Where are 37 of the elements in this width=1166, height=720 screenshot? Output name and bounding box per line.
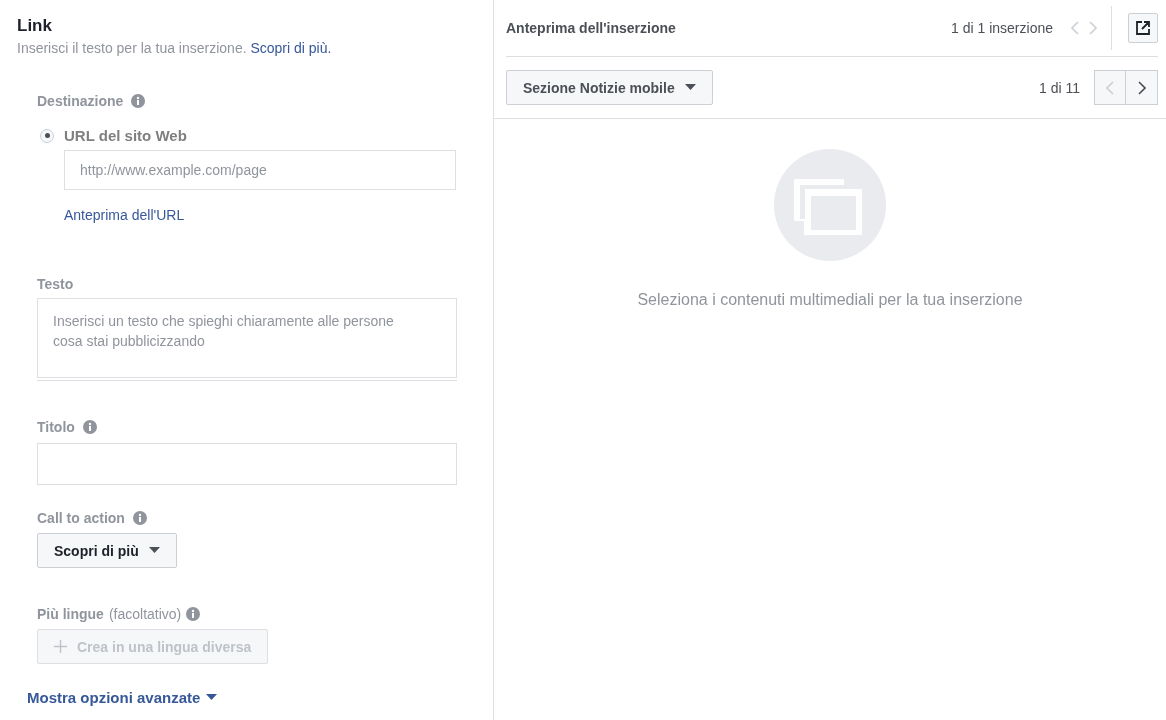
field-label: Testo — [37, 276, 74, 292]
learn-more-link[interactable]: Scopri di più. — [250, 40, 332, 56]
headline-field[interactable] — [37, 443, 457, 485]
call-to-action-dropdown[interactable]: Scopri di più — [37, 533, 177, 568]
empty-state-message: Seleziona i contenuti multimediali per la tua inserzione — [637, 291, 1023, 309]
chevron-left-icon — [1106, 80, 1114, 95]
open-external-button[interactable] — [1128, 13, 1158, 43]
placement-counter: 1 di 11 — [1039, 79, 1080, 96]
caret-icon — [684, 84, 696, 91]
radio-label[interactable]: URL del sito Web — [64, 127, 187, 144]
chevron-left-icon — [1071, 21, 1079, 35]
info-icon[interactable] — [186, 607, 201, 621]
next-button[interactable] — [1126, 70, 1158, 105]
preview-title: Anteprima dell'inserzione — [506, 20, 677, 36]
caret-icon — [206, 694, 218, 701]
field-label: Più lingue — [37, 606, 104, 622]
info-icon[interactable] — [82, 420, 97, 434]
plus-icon — [54, 640, 67, 653]
radio-button[interactable] — [40, 128, 54, 143]
advanced-options-link[interactable]: Mostra opzioni avanzate — [27, 689, 493, 706]
ad-counter: 1 di 1 inserzione — [951, 20, 1053, 36]
caret-icon — [148, 547, 160, 554]
section-description: Inserisci il testo per la tua inserzione. Scopri di più. — [17, 40, 333, 56]
section-title: Link — [17, 16, 53, 36]
chevron-right-icon — [1137, 80, 1146, 95]
info-icon[interactable] — [131, 94, 146, 108]
chevron-right-icon — [1089, 21, 1097, 35]
external-link-icon — [1136, 21, 1150, 35]
info-icon[interactable] — [132, 511, 147, 525]
url-preview-link[interactable]: Anteprima dell'URL — [64, 207, 185, 223]
url-field[interactable]: http://www.example.com/page — [64, 150, 456, 190]
field-label: Destinazione — [37, 93, 124, 109]
field-label: Call to action — [37, 510, 125, 526]
placement-dropdown[interactable]: Sezione Notizie mobile — [506, 70, 713, 105]
text-field[interactable]: Inserisci un testo che spieghi chiaramente alle persone cosa stai pubblicizzando — [37, 298, 457, 378]
field-label: Titolo — [37, 419, 75, 435]
optional-note: (facoltativo) — [108, 606, 182, 622]
